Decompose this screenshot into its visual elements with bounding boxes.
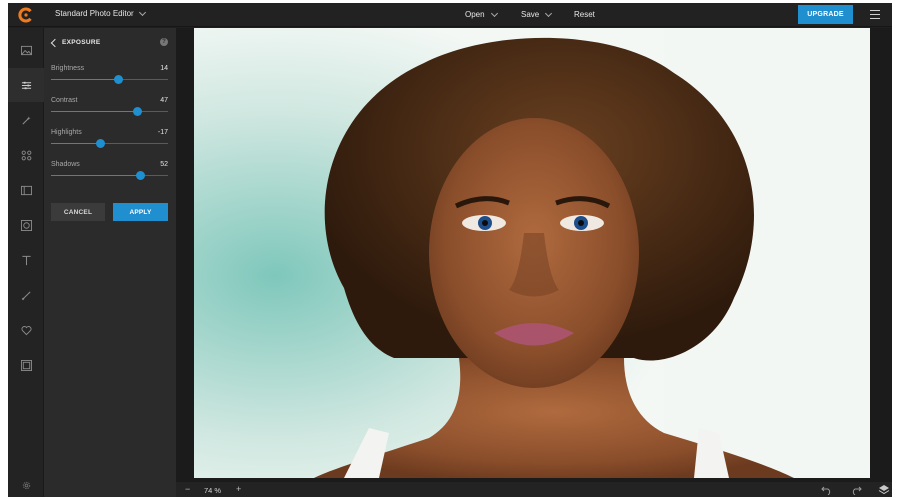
rail-item-borders[interactable] xyxy=(8,348,44,382)
slider-fill xyxy=(51,111,137,112)
reset-button[interactable]: Reset xyxy=(574,10,595,19)
rail-item-text[interactable] xyxy=(8,243,44,277)
film-icon xyxy=(20,359,32,371)
back-chevron-icon[interactable] xyxy=(50,38,60,48)
image-icon xyxy=(20,45,32,55)
tool-rail xyxy=(8,28,44,497)
top-bar: Standard Photo Editor Open Save Reset UP… xyxy=(8,3,892,27)
cancel-button[interactable]: CANCEL xyxy=(51,203,105,221)
save-menu[interactable]: Save xyxy=(521,9,553,19)
magic-wand-icon xyxy=(21,115,31,125)
upgrade-button[interactable]: UPGRADE xyxy=(798,5,853,24)
rail-item-filters[interactable] xyxy=(8,138,44,172)
bottom-bar: − 74 % + xyxy=(176,482,892,497)
save-menu-label: Save xyxy=(521,10,540,19)
rail-item-stickers[interactable] xyxy=(8,313,44,347)
help-icon[interactable]: ? xyxy=(160,38,168,46)
slider-fill xyxy=(51,175,140,176)
slider-track[interactable] xyxy=(51,107,168,116)
portrait-photo-illustration xyxy=(194,28,870,478)
slider-track[interactable] xyxy=(51,171,168,180)
photo-editor-app: Standard Photo Editor Open Save Reset UP… xyxy=(8,3,892,497)
contrast-slider: Contrast 47 xyxy=(51,97,168,125)
brightness-slider: Brightness 14 xyxy=(51,65,168,93)
slider-thumb[interactable] xyxy=(95,139,105,148)
app-title-dropdown[interactable]: Standard Photo Editor xyxy=(55,8,146,18)
chevron-down-icon xyxy=(545,9,553,17)
hamburger-menu-icon[interactable] xyxy=(870,10,880,19)
portrait-photo[interactable] xyxy=(194,28,870,478)
shadows-slider: Shadows 52 xyxy=(51,161,168,189)
slider-value: 47 xyxy=(160,97,168,104)
brush-icon xyxy=(21,290,31,300)
rail-item-adjust[interactable] xyxy=(8,68,44,102)
app-logo-icon[interactable] xyxy=(18,7,34,23)
slider-thumb[interactable] xyxy=(113,75,123,84)
heart-icon xyxy=(20,325,32,335)
slider-thumb[interactable] xyxy=(135,171,145,180)
slider-label: Highlights xyxy=(51,129,82,136)
apply-button[interactable]: APPLY xyxy=(113,203,168,221)
canvas-area xyxy=(176,28,892,482)
slider-track[interactable] xyxy=(51,139,168,148)
open-menu[interactable]: Open xyxy=(465,9,498,19)
slider-value: -17 xyxy=(157,129,168,136)
rail-item-settings[interactable] xyxy=(8,468,44,497)
app-title: Standard Photo Editor xyxy=(55,9,134,18)
slider-label: Contrast xyxy=(51,97,78,104)
zoom-out-icon[interactable]: − xyxy=(185,484,190,494)
reset-label: Reset xyxy=(574,10,595,19)
slider-fill xyxy=(51,79,118,80)
grid-icon xyxy=(21,150,31,160)
rail-item-frames[interactable] xyxy=(8,173,44,207)
slider-value: 52 xyxy=(160,161,168,168)
rail-item-effects[interactable] xyxy=(8,103,44,137)
settings-icon xyxy=(22,481,30,489)
chevron-down-icon xyxy=(490,9,498,17)
slider-label: Shadows xyxy=(51,161,80,168)
exposure-panel: EXPOSURE ? Brightness 14 Contrast 47 Hig… xyxy=(44,28,176,497)
slider-fill xyxy=(51,143,100,144)
rail-item-vignette[interactable] xyxy=(8,208,44,242)
sliders-icon xyxy=(21,81,31,89)
zoom-in-icon[interactable]: + xyxy=(236,484,241,494)
slider-track[interactable] xyxy=(51,75,168,84)
redo-icon[interactable] xyxy=(850,484,862,495)
highlights-slider: Highlights -17 xyxy=(51,129,168,157)
slider-thumb[interactable] xyxy=(132,107,142,116)
rail-item-image[interactable] xyxy=(8,33,44,67)
panel-title: EXPOSURE xyxy=(62,39,101,46)
vignette-icon xyxy=(20,219,32,231)
zoom-level: 74 % xyxy=(204,486,222,495)
layers-icon[interactable] xyxy=(878,484,890,495)
open-menu-label: Open xyxy=(465,10,485,19)
chevron-down-icon xyxy=(138,8,146,16)
undo-icon[interactable] xyxy=(821,484,833,495)
slider-label: Brightness xyxy=(51,65,85,72)
rail-item-draw[interactable] xyxy=(8,278,44,312)
text-icon xyxy=(21,255,31,265)
frame-icon xyxy=(20,185,32,195)
slider-value: 14 xyxy=(160,65,168,72)
panel-header: EXPOSURE ? xyxy=(44,28,176,58)
